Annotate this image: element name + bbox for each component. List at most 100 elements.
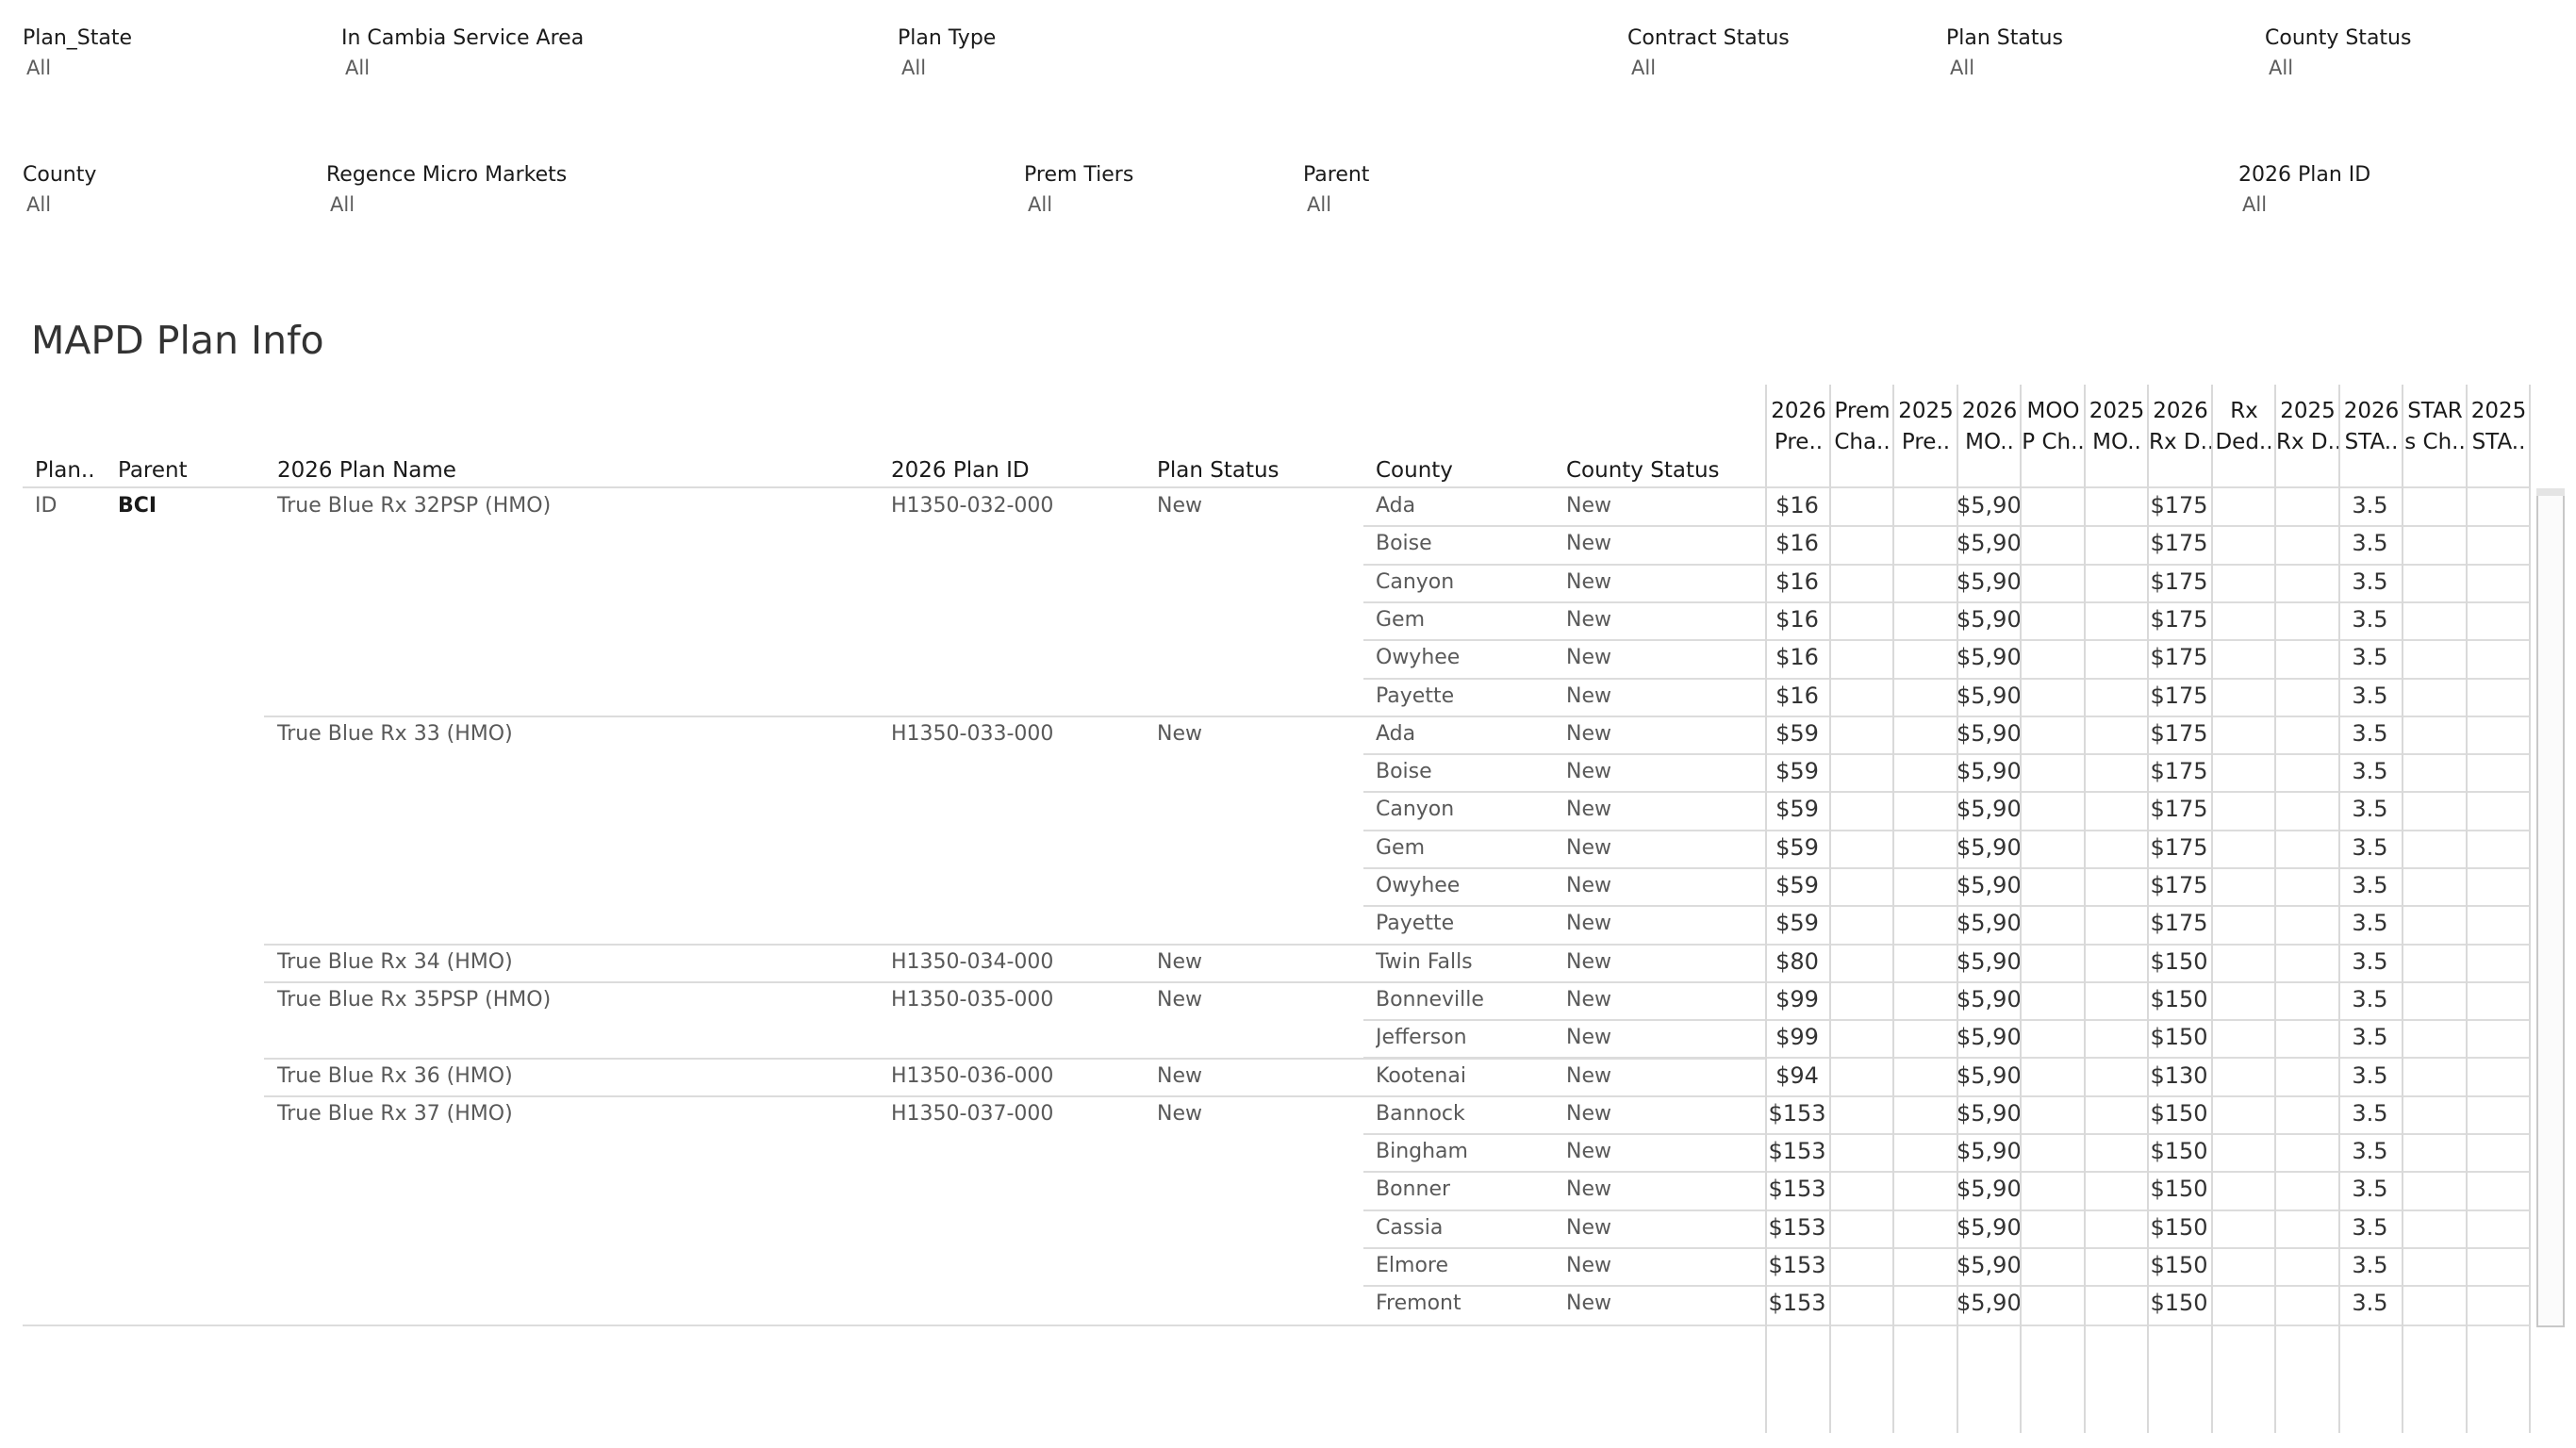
- county-cell: Bannock: [1376, 1102, 1465, 1126]
- stars-2026-cell: 3.5: [2352, 530, 2388, 556]
- filter-plan-state[interactable]: Plan_State All: [23, 26, 132, 79]
- moop-2026-cell: $5,900: [1957, 1290, 2020, 1316]
- filter-value[interactable]: All: [2242, 193, 2370, 216]
- column-gridline: [1892, 385, 1894, 1433]
- county-status-cell: New: [1566, 1064, 1611, 1088]
- premium-2026-cell: $153: [1768, 1176, 1826, 1202]
- plan-divider: [264, 716, 1767, 717]
- column-gridline: [2211, 385, 2213, 1433]
- plan-name-cell: True Blue Rx 35PSP (HMO): [277, 988, 552, 1012]
- filter-value[interactable]: All: [1028, 193, 1133, 216]
- filter-prem-tiers[interactable]: Prem Tiers All: [1024, 163, 1133, 216]
- plan-status-cell: New: [1157, 494, 1202, 518]
- filter-regence-micro-markets[interactable]: Regence Micro Markets All: [326, 163, 567, 216]
- county-cell: Ada: [1376, 722, 1416, 746]
- moop-2026-cell: $5,900: [1957, 1252, 2020, 1278]
- county-status-cell: New: [1566, 1140, 1611, 1163]
- filter-plan-status[interactable]: Plan Status All: [1946, 26, 2063, 79]
- header-plan-state[interactable]: Plan..: [35, 458, 110, 483]
- county-status-cell: New: [1566, 646, 1611, 669]
- filter-plan-type[interactable]: Plan Type All: [898, 26, 996, 79]
- county-status-cell: New: [1566, 1026, 1611, 1049]
- plan-status-cell: New: [1157, 950, 1202, 974]
- filter-county-status[interactable]: County Status All: [2265, 26, 2411, 79]
- plan-status-cell: New: [1157, 1064, 1202, 1088]
- column-gridline: [1957, 385, 1958, 1433]
- header-2026-stars[interactable]: 2026 STA..: [2340, 396, 2403, 458]
- rx-deductible-2026-cell: $175: [2150, 530, 2208, 556]
- plan-name-cell: True Blue Rx 36 (HMO): [277, 1064, 513, 1088]
- premium-2026-cell: $153: [1768, 1100, 1826, 1127]
- filter-value[interactable]: All: [330, 193, 567, 216]
- filter-contract-status[interactable]: Contract Status All: [1627, 26, 1790, 79]
- header-plan-status[interactable]: Plan Status: [1157, 458, 1280, 483]
- county-status-cell: New: [1566, 1177, 1611, 1201]
- moop-2026-cell: $5,900: [1957, 1214, 2020, 1241]
- filter-county[interactable]: County All: [23, 163, 96, 216]
- plan-id-cell: H1350-037-000: [891, 1102, 1054, 1126]
- header-stars-change[interactable]: STAR s Ch..: [2403, 396, 2467, 458]
- premium-2026-cell: $153: [1768, 1290, 1826, 1316]
- filter-value[interactable]: All: [345, 57, 584, 79]
- filter-value[interactable]: All: [901, 57, 996, 79]
- cell-parent: BCI: [118, 494, 157, 518]
- filter-value[interactable]: All: [1631, 57, 1790, 79]
- county-status-cell: New: [1566, 760, 1611, 783]
- column-gridline: [2466, 385, 2468, 1433]
- filter-value[interactable]: All: [26, 57, 132, 79]
- header-plan-name[interactable]: 2026 Plan Name: [277, 458, 456, 483]
- moop-2026-cell: $5,900: [1957, 1024, 2020, 1050]
- rx-deductible-2026-cell: $175: [2150, 568, 2208, 595]
- header-parent[interactable]: Parent: [118, 458, 188, 483]
- header-2025-moop[interactable]: 2025 MO..: [2086, 396, 2148, 458]
- stars-2026-cell: 3.5: [2352, 683, 2388, 709]
- header-2026-premium[interactable]: 2026 Pre..: [1767, 396, 1830, 458]
- scrollbar-thumb[interactable]: [2536, 488, 2565, 496]
- header-county[interactable]: County: [1376, 458, 1453, 483]
- row-divider: [1363, 1285, 2531, 1287]
- column-gridline: [2338, 385, 2340, 1433]
- header-2025-premium[interactable]: 2025 Pre..: [1894, 396, 1957, 458]
- rx-deductible-2026-cell: $175: [2150, 910, 2208, 936]
- header-county-status[interactable]: County Status: [1566, 458, 1720, 483]
- header-plan-id[interactable]: 2026 Plan ID: [891, 458, 1030, 483]
- filter-value[interactable]: All: [2269, 57, 2411, 79]
- filter-in-cambia-service-area[interactable]: In Cambia Service Area All: [341, 26, 584, 79]
- filter-value[interactable]: All: [1307, 193, 1369, 216]
- rx-deductible-2026-cell: $150: [2150, 1138, 2208, 1164]
- filter-label: Contract Status: [1627, 26, 1790, 50]
- filter-parent[interactable]: Parent All: [1303, 163, 1369, 216]
- premium-2026-cell: $59: [1775, 758, 1819, 784]
- county-cell: Gem: [1376, 608, 1426, 632]
- filter-value[interactable]: All: [26, 193, 96, 216]
- stars-2026-cell: 3.5: [2352, 1024, 2388, 1050]
- moop-2026-cell: $5,900: [1957, 568, 2020, 595]
- vertical-scrollbar[interactable]: [2536, 488, 2565, 1327]
- filter-2026-plan-id[interactable]: 2026 Plan ID All: [2238, 163, 2370, 216]
- filter-label: Regence Micro Markets: [326, 163, 568, 187]
- filter-value[interactable]: All: [1950, 57, 2063, 79]
- county-cell: Cassia: [1376, 1216, 1444, 1240]
- county-cell: Bonner: [1376, 1177, 1451, 1201]
- stars-2026-cell: 3.5: [2352, 1100, 2388, 1127]
- header-2025-stars[interactable]: 2025 STA..: [2468, 396, 2530, 458]
- moop-2026-cell: $5,900: [1957, 758, 2020, 784]
- header-2026-moop[interactable]: 2026 MO..: [1958, 396, 2021, 458]
- column-gridline: [2147, 385, 2149, 1433]
- premium-2026-cell: $16: [1775, 606, 1819, 633]
- row-divider: [1363, 1209, 2531, 1211]
- rx-deductible-2026-cell: $175: [2150, 872, 2208, 898]
- row-divider: [1363, 1133, 2531, 1135]
- header-2026-rx-deductible[interactable]: 2026 Rx D..: [2149, 396, 2212, 458]
- plan-id-cell: H1350-034-000: [891, 950, 1054, 974]
- header-rx-deductible-change[interactable]: Rx Ded..: [2213, 396, 2275, 458]
- header-2025-rx-deductible[interactable]: 2025 Rx D..: [2276, 396, 2339, 458]
- header-moop-change[interactable]: MOO P Ch..: [2022, 396, 2085, 458]
- filter-label: County Status: [2265, 26, 2412, 50]
- sheet-title: MAPD Plan Info: [31, 318, 324, 363]
- row-divider: [1363, 791, 2531, 793]
- county-cell: Elmore: [1376, 1254, 1448, 1277]
- rx-deductible-2026-cell: $175: [2150, 683, 2208, 709]
- header-premium-change[interactable]: Prem Cha..: [1831, 396, 1893, 458]
- row-divider: [1363, 1019, 2531, 1021]
